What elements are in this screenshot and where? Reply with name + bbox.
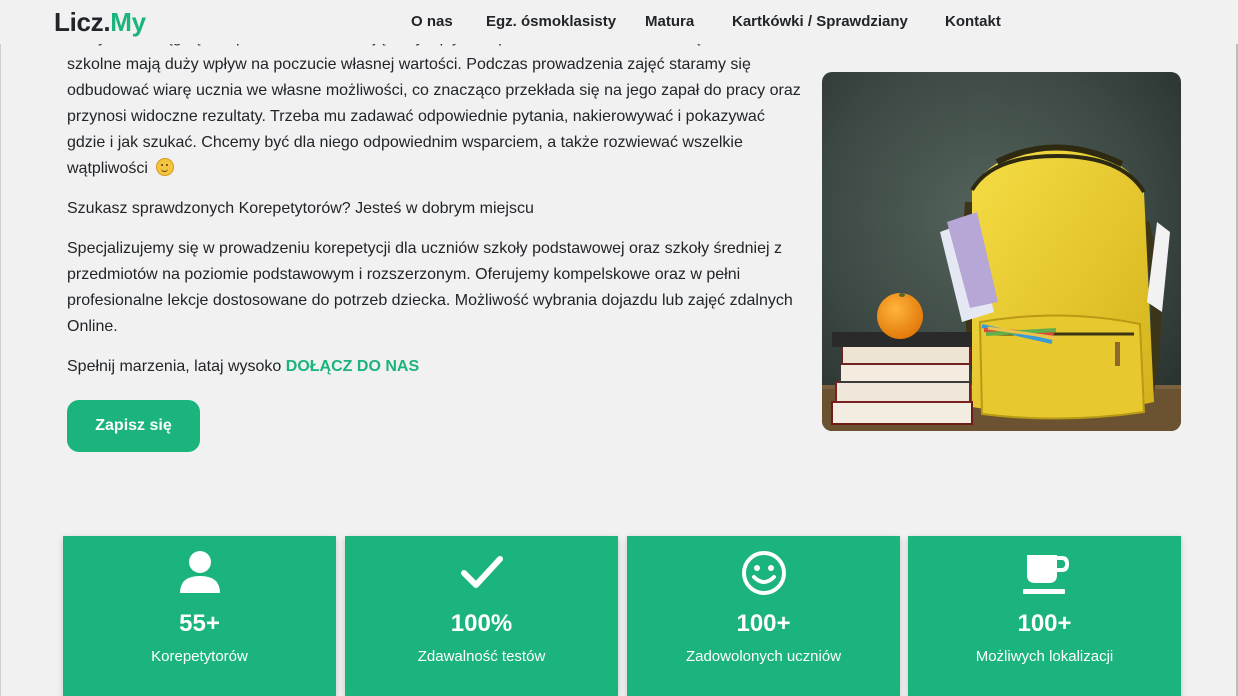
brand-logo[interactable]: Licz.My [54, 7, 146, 38]
paragraph-join-us: Spełnij marzenia, lataj wysoko DOŁĄCZ DO… [67, 358, 420, 375]
stat-label-pass-rate: Zdawalność testów [417, 648, 546, 665]
brand-name-accent: My [110, 7, 146, 37]
nav-item-kontakt[interactable]: Kontakt [945, 13, 1001, 30]
stat-value-tutors: 55+ [179, 610, 220, 637]
nav-item-egzamin-osmoklasisty[interactable]: Egz. ósmoklasisty [486, 13, 616, 30]
stat-card-locations: 100+ Możliwych lokalizacji [908, 536, 1181, 696]
user-icon [179, 551, 220, 593]
smiling-face-emoji-icon [156, 158, 175, 176]
stat-label-students: Zadowolonych uczniów [685, 648, 842, 665]
brand-name-main: Licz. [54, 7, 111, 37]
nav-item-kartkowki-sprawdziany[interactable]: Kartkówki / Sprawdziany [732, 13, 908, 30]
join-us-link[interactable]: DOŁĄCZ DO NAS [286, 358, 419, 375]
stat-value-pass-rate: 100% [450, 610, 513, 637]
nav-item-o-nas[interactable]: O nas [411, 13, 453, 30]
stat-value-locations: 100+ [1017, 610, 1072, 637]
nav-item-matura[interactable]: Matura [645, 13, 694, 30]
stat-label-locations: Możliwych lokalizacji [975, 648, 1114, 665]
window-border-left [0, 0, 1, 696]
paragraph-self-esteem: szkolne mają duży wpływ na poczucie włas… [67, 56, 801, 177]
paragraph-specialization: Specjalizujemy się w prowadzeniu korepet… [67, 240, 793, 335]
backpack-books-image [822, 72, 1181, 431]
stat-card-tutors: 55+ Korepetytorów [63, 536, 336, 696]
checkmark-icon [460, 556, 503, 588]
paragraph-tutors-question: Szukasz sprawdzonych Korepetytorów? Jest… [67, 200, 534, 217]
coffee-cup-icon [1022, 555, 1069, 594]
stat-label-tutors: Korepetytorów [151, 648, 248, 665]
stat-value-students: 100+ [736, 610, 791, 637]
navbar: Licz.My O nas Egz. ósmoklasisty Matura K… [0, 0, 1238, 44]
stat-card-students: 100+ Zadowolonych uczniów [627, 536, 900, 696]
stat-card-pass-rate: 100% Zdawalność testów [345, 536, 618, 696]
smiley-icon [741, 551, 786, 595]
about-section: Wszystkie osiągnięcia i porażki szkolne … [67, 38, 807, 394]
signup-button[interactable]: Zapisz się [67, 400, 200, 452]
